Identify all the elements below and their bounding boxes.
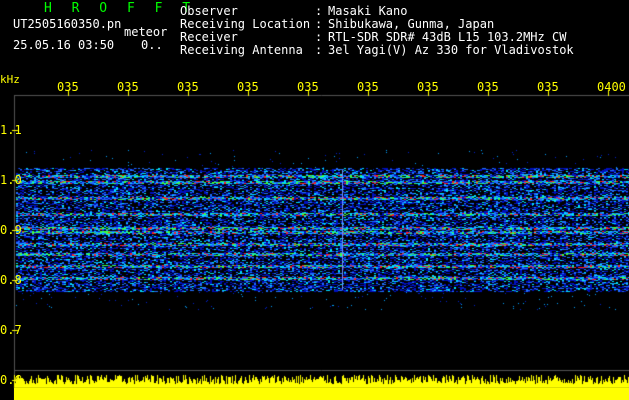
station-info-block: Observer : Masaki Kano Receiving Locatio…: [0, 5, 629, 57]
x-tick-label: 035: [297, 80, 319, 94]
info-row-antenna: Receiving Antenna : 3el Yagi(V) Az 330 f…: [0, 44, 629, 57]
amplitude-baseline: [14, 388, 629, 400]
x-tick-label: 035: [177, 80, 199, 94]
x-tick-label: 035: [357, 80, 379, 94]
y-tick-label: 0.9: [0, 223, 22, 237]
y-axis-unit: kHz: [0, 73, 20, 86]
x-tick-label: 035: [57, 80, 79, 94]
info-separator: :: [315, 43, 323, 57]
x-tick-label: 035: [537, 80, 559, 94]
y-tick-label: 0.6: [0, 373, 22, 387]
y-tick-label: 0.7: [0, 323, 22, 337]
y-tick-label: 0.8: [0, 273, 22, 287]
info-label: Receiving Antenna: [180, 43, 303, 57]
x-tick-label: 0400: [597, 80, 626, 94]
x-tick-label: 035: [237, 80, 259, 94]
spectrogram-canvas: [0, 0, 629, 400]
y-tick-label: 1.0: [0, 173, 22, 187]
y-tick-label: 1.1: [0, 123, 22, 137]
x-tick-label: 035: [477, 80, 499, 94]
x-tick-label: 035: [417, 80, 439, 94]
x-tick-label: 035: [117, 80, 139, 94]
info-value: 3el Yagi(V) Az 330 for Vladivostok: [328, 43, 574, 57]
